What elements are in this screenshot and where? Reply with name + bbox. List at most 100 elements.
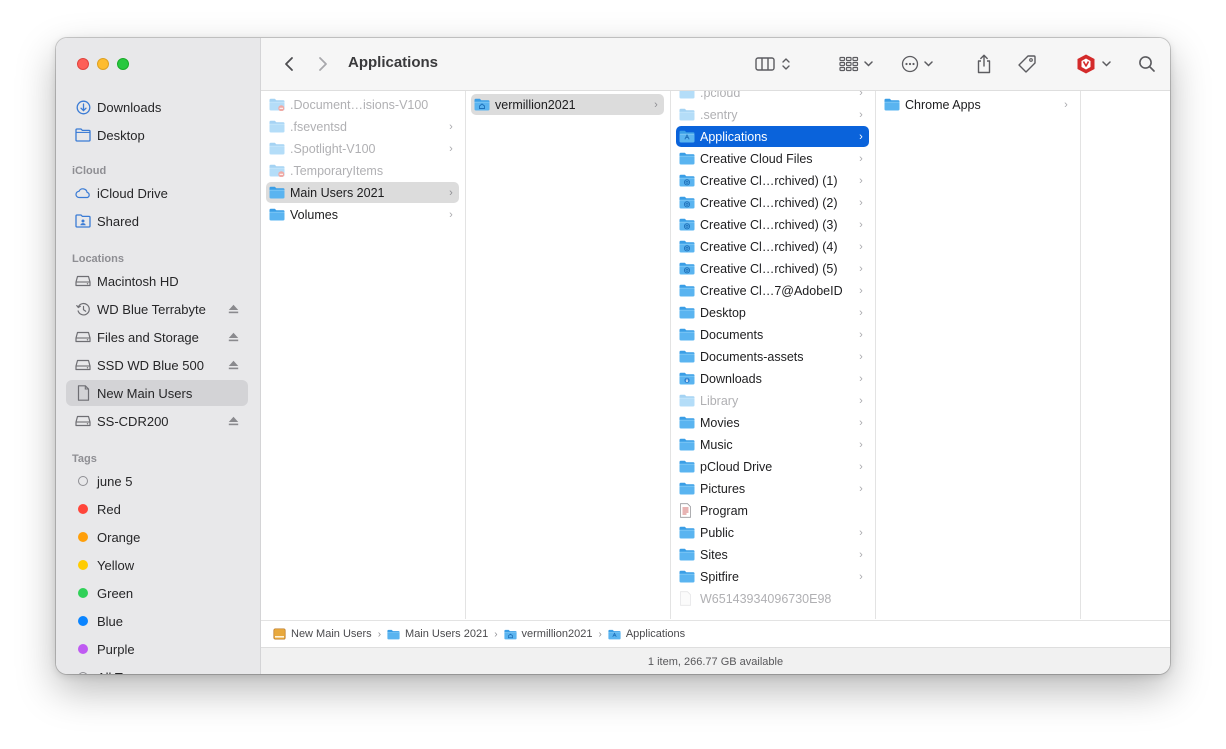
column-4[interactable]: Chrome Apps › xyxy=(876,91,1081,619)
path-crumb-vermillion2021[interactable]: vermillion2021 › xyxy=(503,628,608,640)
col3-row-library[interactable]: Library › xyxy=(676,390,869,411)
path-crumb-new-main-users[interactable]: New Main Users › xyxy=(273,628,387,640)
col3-row-creative-cl-rchived-4[interactable]: Creative Cl…rchived) (4) › xyxy=(676,236,869,257)
chevron-right-icon: › xyxy=(859,372,863,385)
apps-folder-icon xyxy=(608,629,621,640)
col3-row-program[interactable]: Program xyxy=(676,500,869,521)
sidebar-item-macintosh-hd[interactable]: Macintosh HD xyxy=(66,268,248,294)
col3-row-creative-cl-rchived-5[interactable]: Creative Cl…rchived) (5) › xyxy=(676,258,869,279)
col3-row-public[interactable]: Public › xyxy=(676,522,869,543)
search-button[interactable] xyxy=(1137,52,1157,76)
item-name: Creative Cl…rchived) (4) xyxy=(700,239,838,254)
col1-row-temporaryitems[interactable]: .TemporaryItems xyxy=(266,160,459,181)
tags-button[interactable] xyxy=(1016,52,1038,76)
sidebar-item-shared[interactable]: Shared xyxy=(66,208,248,234)
col3-row-pictures[interactable]: Pictures › xyxy=(676,478,869,499)
view-mode-button[interactable] xyxy=(751,52,795,76)
col3-row-sentry[interactable]: .sentry › xyxy=(676,104,869,125)
close-window-button[interactable] xyxy=(77,58,89,70)
minimize-window-button[interactable] xyxy=(97,58,109,70)
sidebar-item-ss-cdr200[interactable]: SS-CDR200 xyxy=(66,408,248,434)
eject-button[interactable] xyxy=(227,331,239,343)
sidebar-item-label: SSD WD Blue 500 xyxy=(97,357,204,373)
sidebar-item-ssd-wd-blue-500[interactable]: SSD WD Blue 500 xyxy=(66,352,248,378)
col3-row-spitfire[interactable]: Spitfire › xyxy=(676,566,869,587)
column-3[interactable]: .pcloud › .sentry › Applications › Creat… xyxy=(671,91,876,619)
col3-row-pcloud[interactable]: .pcloud › xyxy=(676,91,869,103)
col1-row-document-isions-v100[interactable]: .Document…isions-V100 xyxy=(266,94,459,115)
eject-button[interactable] xyxy=(227,415,239,427)
col3-row-movies[interactable]: Movies › xyxy=(676,412,869,433)
col3-row-applications[interactable]: Applications › xyxy=(676,126,869,147)
extension-button[interactable] xyxy=(1073,52,1113,76)
path-bar: New Main Users › Main Users 2021 › vermi… xyxy=(261,620,1170,647)
chevron-right-icon: › xyxy=(859,218,863,231)
zoom-window-button[interactable] xyxy=(117,58,129,70)
share-button[interactable] xyxy=(974,52,994,76)
tag-dot-icon xyxy=(75,669,91,674)
col3-row-sites[interactable]: Sites › xyxy=(676,544,869,565)
sidebar-item-desktop[interactable]: Desktop xyxy=(66,122,248,148)
item-name: Library xyxy=(700,393,739,408)
col3-row-documents-assets[interactable]: Documents-assets › xyxy=(676,346,869,367)
sidebar-tag-june-5[interactable]: june 5 xyxy=(66,468,248,494)
col3-row-pcloud-drive[interactable]: pCloud Drive › xyxy=(676,456,869,477)
sidebar-item-wd-blue-terrabyte[interactable]: WD Blue Terrabyte xyxy=(66,296,248,322)
col3-row-creative-cloud-files[interactable]: Creative Cloud Files › xyxy=(676,148,869,169)
sidebar-tag-orange[interactable]: Orange xyxy=(66,524,248,550)
col3-row-w65143934096730e98[interactable]: W65143934096730E98 xyxy=(676,588,869,609)
col4-row-chrome-apps[interactable]: Chrome Apps › xyxy=(881,94,1074,115)
path-crumb-main-users-2021[interactable]: Main Users 2021 › xyxy=(387,628,504,640)
sidebar-tag-green[interactable]: Green xyxy=(66,580,248,606)
item-name: Desktop xyxy=(700,305,746,320)
restricted-folder-icon xyxy=(269,164,285,178)
tag-dot-icon xyxy=(75,529,91,545)
sidebar-tag-yellow[interactable]: Yellow xyxy=(66,552,248,578)
sidebar-item-downloads[interactable]: Downloads xyxy=(66,94,248,120)
sidebar-item-files-and-storage[interactable]: Files and Storage xyxy=(66,324,248,350)
chevron-down-icon xyxy=(864,61,873,67)
folder-icon xyxy=(269,142,285,156)
sidebar-item-label: Downloads xyxy=(97,99,162,115)
back-button[interactable] xyxy=(279,52,299,76)
sidebar-tag-all-t[interactable]: All T... xyxy=(66,664,248,674)
column-view-icon xyxy=(755,57,775,71)
col3-row-creative-cl-rchived-1[interactable]: Creative Cl…rchived) (1) › xyxy=(676,170,869,191)
search-icon xyxy=(1139,56,1155,72)
sidebar-item-new-main-users[interactable]: New Main Users xyxy=(66,380,248,406)
path-separator-icon: › xyxy=(494,628,498,640)
col3-row-creative-cl-rchived-2[interactable]: Creative Cl…rchived) (2) › xyxy=(676,192,869,213)
sidebar-tag-red[interactable]: Red xyxy=(66,496,248,522)
path-crumb-applications[interactable]: Applications xyxy=(608,628,685,640)
item-name: Creative Cl…rchived) (3) xyxy=(700,217,838,232)
sidebar-tag-blue[interactable]: Blue xyxy=(66,608,248,634)
sidebar-tag-purple[interactable]: Purple xyxy=(66,636,248,662)
col3-row-creative-cl-7-adobeid[interactable]: Creative Cl…7@AdobeID › xyxy=(676,280,869,301)
col1-row-fseventsd[interactable]: .fseventsd › xyxy=(266,116,459,137)
action-menu-button[interactable] xyxy=(898,52,936,76)
column-1[interactable]: .Document…isions-V100 .fseventsd › .Spot… xyxy=(261,91,466,619)
col1-row-volumes[interactable]: Volumes › xyxy=(266,204,459,225)
column-2[interactable]: vermillion2021 › xyxy=(466,91,671,619)
chevron-right-icon: › xyxy=(859,91,863,99)
group-button[interactable] xyxy=(836,52,876,76)
extension-shield-icon xyxy=(1077,54,1095,74)
eject-button[interactable] xyxy=(227,359,239,371)
restricted-folder-icon xyxy=(269,98,285,112)
folder-icon xyxy=(679,350,695,364)
col1-row-main-users-2021[interactable]: Main Users 2021 › xyxy=(266,182,459,203)
col3-row-creative-cl-rchived-3[interactable]: Creative Cl…rchived) (3) › xyxy=(676,214,869,235)
col3-row-music[interactable]: Music › xyxy=(676,434,869,455)
drive-icon xyxy=(273,628,286,640)
sidebar-item-label: Files and Storage xyxy=(97,329,199,345)
forward-button[interactable] xyxy=(313,52,333,76)
path-crumb-label: Main Users 2021 xyxy=(405,628,489,640)
col1-row-spotlight-v100[interactable]: .Spotlight-V100 › xyxy=(266,138,459,159)
col2-row-vermillion2021[interactable]: vermillion2021 › xyxy=(471,94,664,115)
col3-row-documents[interactable]: Documents › xyxy=(676,324,869,345)
eject-button[interactable] xyxy=(227,303,239,315)
item-name: vermillion2021 xyxy=(495,97,576,112)
col3-row-desktop[interactable]: Desktop › xyxy=(676,302,869,323)
col3-row-downloads[interactable]: Downloads › xyxy=(676,368,869,389)
sidebar-item-icloud-drive[interactable]: iCloud Drive xyxy=(66,180,248,206)
